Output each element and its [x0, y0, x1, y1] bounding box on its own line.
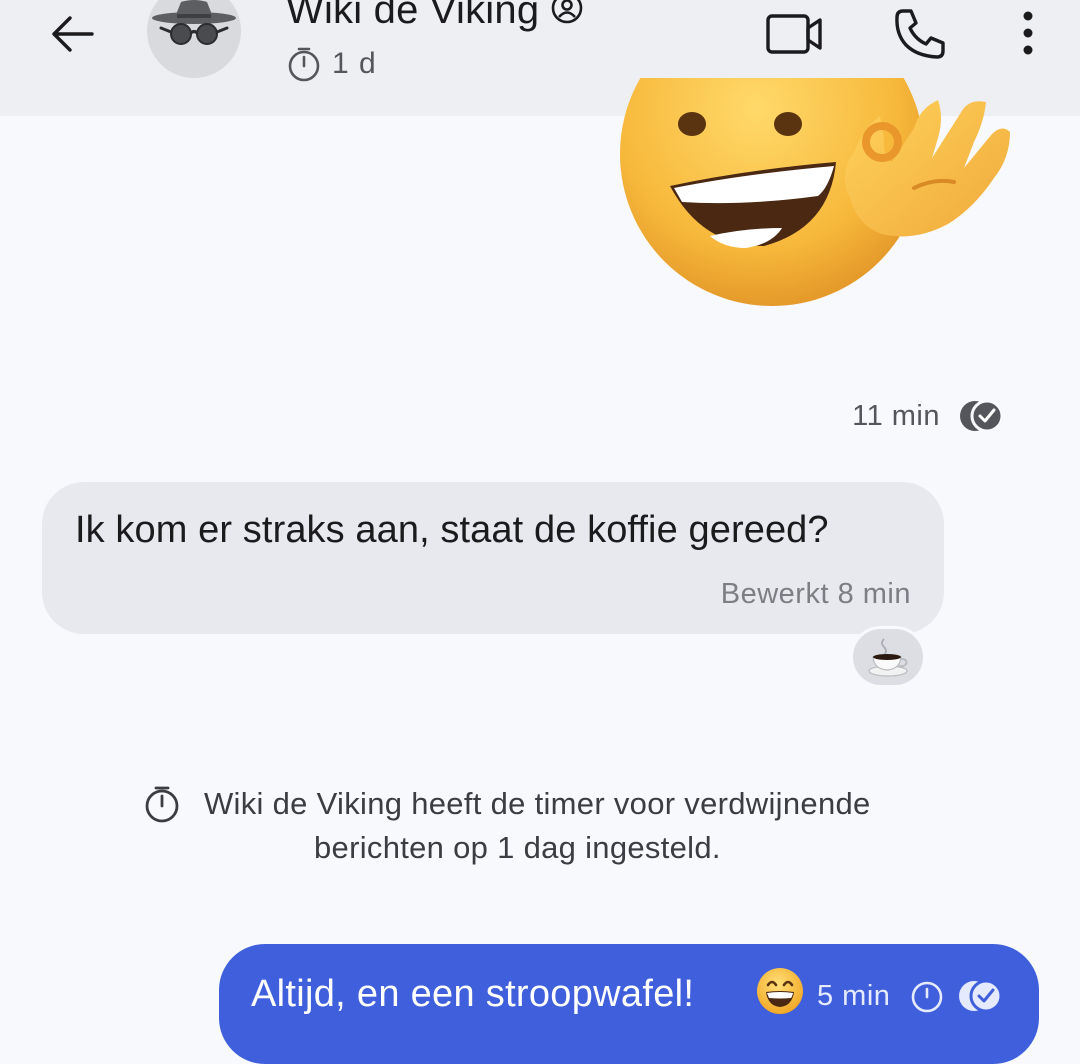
- notice-line-2: berichten op 1 dag ingesteld.: [314, 830, 721, 865]
- incognito-avatar-icon: [152, 0, 236, 45]
- voice-call-button[interactable]: [888, 2, 952, 66]
- timer-value: 1 d: [332, 47, 377, 80]
- read-receipt-icon: [958, 398, 1006, 434]
- contact-name: Wiki de Viking: [286, 0, 540, 32]
- message-time: 5 min: [817, 980, 891, 1012]
- contact-title[interactable]: Wiki de Viking: [286, 0, 585, 34]
- back-button[interactable]: [44, 6, 100, 62]
- disappearing-timer: 1 d: [286, 46, 377, 82]
- sticker-message[interactable]: [614, 2, 1014, 318]
- more-vertical-icon: [1023, 11, 1033, 55]
- notice-line-1: Wiki de Viking heeft de timer voor verdw…: [204, 786, 871, 821]
- stopwatch-icon: [911, 981, 943, 1013]
- sticker-meta: 11 min: [852, 398, 1006, 434]
- edited-timestamp: Bewerkt 8 min: [720, 578, 911, 610]
- reaction-badge[interactable]: [850, 626, 926, 688]
- message-text: Ik kom er straks aan, staat de koffie ge…: [75, 509, 829, 551]
- outgoing-message-bubble[interactable]: Altijd, en een stroopwafel! 5 min: [219, 944, 1039, 1064]
- stopwatch-icon: [286, 46, 322, 82]
- incoming-message-bubble[interactable]: Ik kom er straks aan, staat de koffie ge…: [42, 482, 944, 634]
- more-options-button[interactable]: [996, 2, 1060, 66]
- stopwatch-icon: [142, 784, 182, 824]
- message-text: Altijd, en een stroopwafel!: [251, 973, 695, 1015]
- video-camera-icon: [766, 14, 822, 54]
- ok-hand-smiling-face-sticker: [620, 2, 1010, 306]
- grinning-face-icon: [757, 968, 803, 1014]
- read-receipt-icon: [959, 979, 1003, 1013]
- video-call-button[interactable]: [762, 2, 826, 66]
- at-sign-icon: [549, 0, 585, 26]
- message-time: 11 min: [852, 399, 940, 432]
- coffee-cup-icon: [868, 638, 908, 677]
- phone-icon: [895, 9, 945, 59]
- arrow-left-icon: [52, 16, 94, 52]
- avatar[interactable]: [147, 0, 241, 78]
